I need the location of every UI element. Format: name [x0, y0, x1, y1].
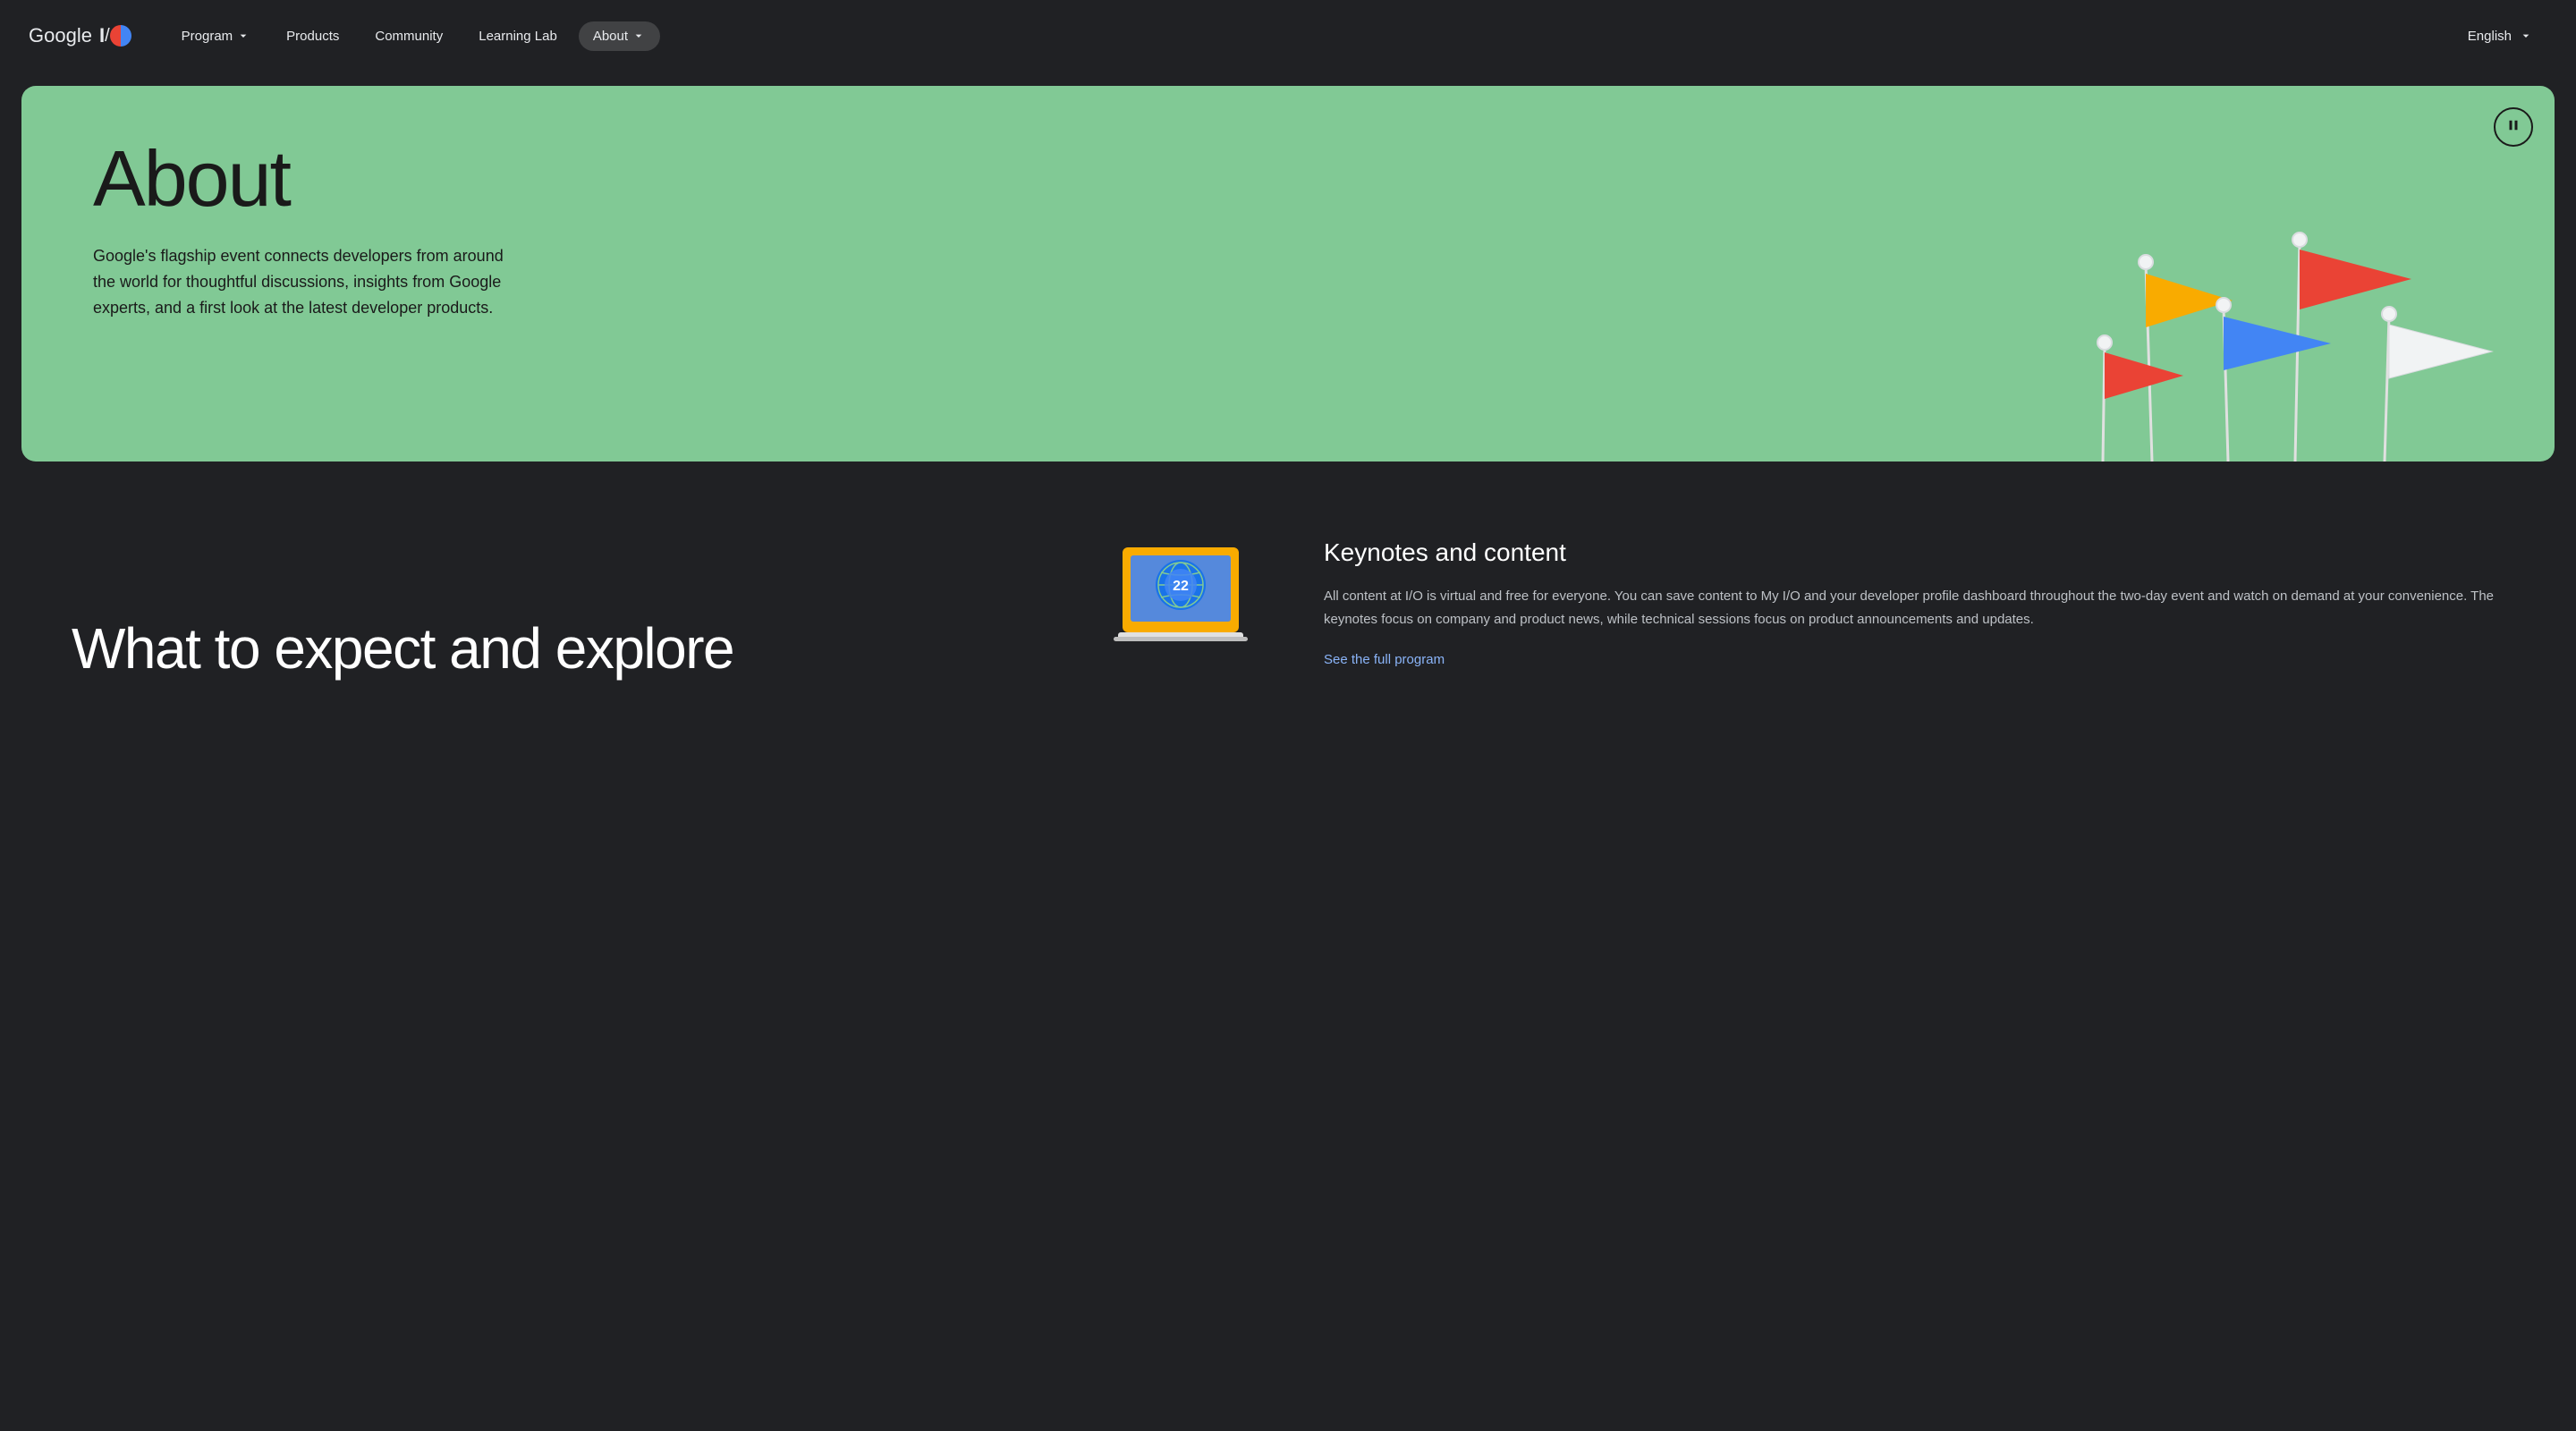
lower-section: What to expect and explore 22: [0, 476, 2576, 733]
laptop-illustration: 22: [1109, 529, 1252, 673]
keynotes-section: Keynotes and content All content at I/O …: [1324, 529, 2504, 668]
expect-section: What to expect and explore 22: [72, 529, 1252, 680]
nav-item-products[interactable]: Products: [272, 21, 353, 51]
flags-svg: [2036, 104, 2501, 461]
google-logo-text: Google: [29, 24, 92, 47]
chevron-down-icon: [236, 29, 250, 43]
keynotes-description: All content at I/O is virtual and free f…: [1324, 585, 2504, 631]
nav-item-community[interactable]: Community: [360, 21, 457, 51]
chevron-down-icon-about: [631, 29, 646, 43]
hero-section: About Google's flagship event connects d…: [21, 86, 2555, 461]
logo-link[interactable]: Google I /: [29, 24, 131, 47]
language-selector[interactable]: English: [2453, 21, 2547, 51]
pause-icon: [2505, 117, 2521, 138]
hero-content: About Google's flagship event connects d…: [93, 140, 522, 320]
nav-item-learning-lab[interactable]: Learning Lab: [464, 21, 572, 51]
keynotes-title: Keynotes and content: [1324, 538, 2504, 567]
expect-title: What to expect and explore: [72, 617, 1073, 680]
google-io-logo: Google I /: [29, 24, 131, 47]
nav-links: Program Products Community Learning Lab …: [167, 21, 2453, 51]
chevron-down-icon-lang: [2519, 29, 2533, 43]
hero-title: About: [93, 140, 522, 218]
svg-text:22: 22: [1173, 579, 1189, 594]
language-label: English: [2468, 29, 2512, 44]
pause-button[interactable]: [2494, 107, 2533, 147]
see-full-program-link[interactable]: See the full program: [1324, 652, 1445, 667]
io-badge: I /: [99, 24, 131, 47]
nav-item-about[interactable]: About: [579, 21, 660, 51]
flags-illustration: [2036, 104, 2501, 461]
nav-item-program[interactable]: Program: [167, 21, 266, 51]
navbar: Google I / Program Products Community Le…: [0, 0, 2576, 72]
hero-description: Google's flagship event connects develop…: [93, 243, 522, 320]
